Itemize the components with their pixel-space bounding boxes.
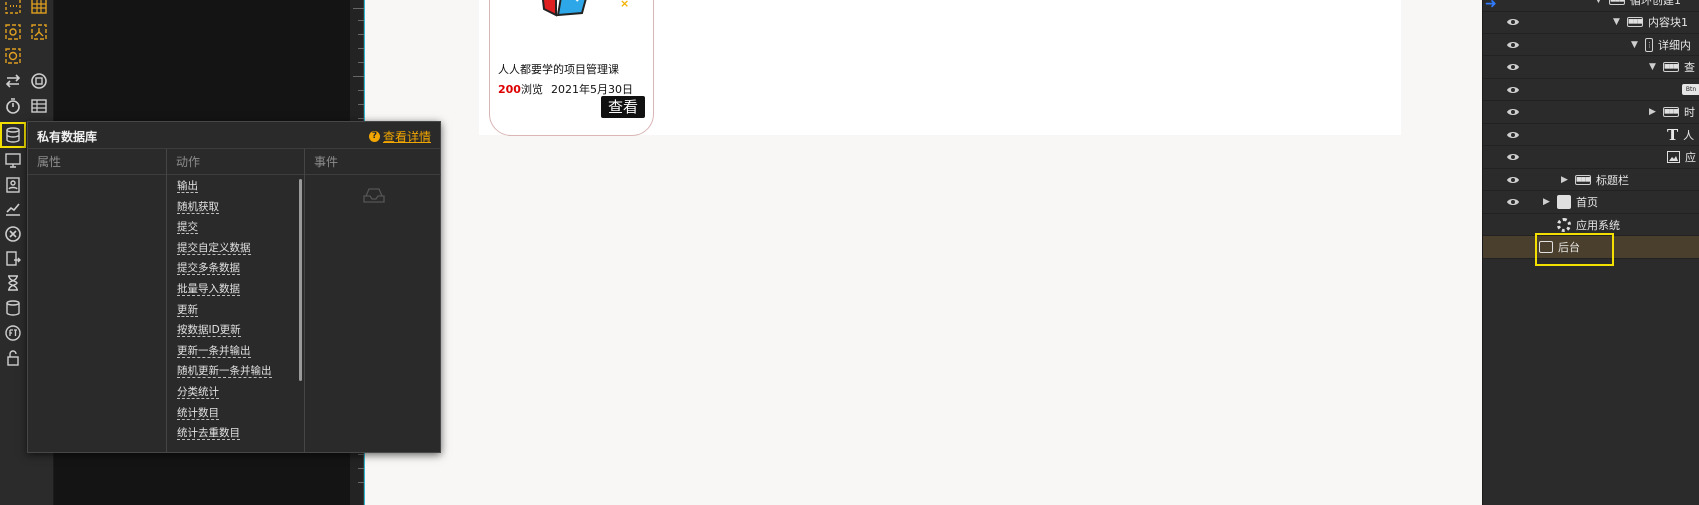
layer-row[interactable]: ▼ ⋮ 详细内 bbox=[1483, 34, 1699, 56]
caret-down-icon[interactable]: ▼ bbox=[1595, 0, 1604, 5]
box-icon: ■■■ bbox=[1663, 107, 1679, 117]
private-database-popup: 私有数据库 ? 查看详情 属性 动作 输出 随机获取 提交 提交自定义数据 提交… bbox=[27, 121, 441, 453]
action-item[interactable]: 输出 bbox=[177, 175, 304, 196]
eye-icon[interactable] bbox=[1507, 152, 1519, 162]
action-item[interactable]: 按数据ID更新 bbox=[177, 319, 304, 340]
course-title: 人人都要学的项目管理课 bbox=[498, 63, 619, 76]
text-layer-icon: T bbox=[1667, 125, 1679, 144]
network-icon[interactable] bbox=[30, 23, 48, 41]
swap-icon[interactable] bbox=[4, 72, 22, 90]
action-item[interactable]: 统计数目 bbox=[177, 402, 304, 423]
layer-row[interactable]: ▼■■■循环创建1 bbox=[1483, 0, 1699, 12]
list-dots-icon[interactable] bbox=[4, 0, 22, 15]
timer-icon[interactable] bbox=[4, 97, 22, 115]
layer-row[interactable]: ▼ ■■■ 查 bbox=[1483, 56, 1699, 79]
app-window: × 人人都要学的项目管理课 200浏览 2021年5月30日 查看 私有数据库 ?… bbox=[0, 0, 1699, 505]
transfer-icon[interactable] bbox=[4, 250, 22, 268]
layer-row[interactable]: T人 bbox=[1483, 124, 1699, 146]
eye-icon[interactable] bbox=[1507, 85, 1519, 95]
hourglass-icon[interactable] bbox=[4, 274, 22, 292]
actions-header[interactable]: 动作 bbox=[167, 149, 304, 175]
help-icon: ? bbox=[368, 131, 380, 142]
box-icon: ■■■ bbox=[1575, 174, 1591, 185]
box-icon: ■■■ bbox=[1609, 0, 1625, 5]
image-layer-icon bbox=[1667, 151, 1680, 163]
popup-header: 私有数据库 ? 查看详情 bbox=[28, 122, 440, 148]
caret-right-icon[interactable]: ▶ bbox=[1649, 107, 1658, 117]
properties-column: 属性 bbox=[28, 149, 166, 453]
eye-icon[interactable] bbox=[1507, 175, 1519, 185]
grid-icon[interactable] bbox=[30, 0, 48, 15]
empty-state-icon bbox=[362, 186, 386, 204]
action-item[interactable]: 提交自定义数据 bbox=[177, 237, 304, 258]
action-item[interactable]: 更新一条并输出 bbox=[177, 340, 304, 361]
actions-column: 动作 输出 随机获取 提交 提交自定义数据 提交多条数据 批量导入数据 更新 按… bbox=[166, 149, 304, 453]
course-image bbox=[534, 0, 614, 25]
layer-row[interactable]: ▶ ■■■ 时 bbox=[1483, 101, 1699, 124]
page-icon bbox=[1557, 195, 1571, 209]
box-icon: ■■■ bbox=[1663, 62, 1679, 72]
course-card[interactable]: × 人人都要学的项目管理课 200浏览 2021年5月30日 查看 bbox=[489, 0, 654, 136]
action-item[interactable]: 分类统计 bbox=[177, 381, 304, 402]
action-item[interactable]: 随机更新一条并输出 bbox=[177, 360, 304, 381]
image-frame-icon[interactable] bbox=[4, 23, 22, 41]
action-item[interactable]: 提交 bbox=[177, 216, 304, 237]
db-cylinder-icon[interactable] bbox=[4, 299, 22, 317]
view-button[interactable]: 查看 bbox=[601, 96, 645, 118]
caret-down-icon[interactable]: ▼ bbox=[1649, 62, 1658, 72]
lock-icon[interactable] bbox=[4, 349, 22, 367]
properties-header[interactable]: 属性 bbox=[28, 149, 166, 175]
actions-list: 输出 随机获取 提交 提交自定义数据 提交多条数据 批量导入数据 更新 按数据I… bbox=[167, 175, 304, 454]
close-icon[interactable]: × bbox=[620, 0, 629, 10]
eye-icon[interactable] bbox=[1507, 62, 1519, 72]
course-date: 2021年5月30日 bbox=[550, 83, 633, 96]
action-item[interactable]: 批量导入数据 bbox=[177, 278, 304, 299]
frame-icon[interactable] bbox=[4, 47, 22, 65]
monitor-icon[interactable] bbox=[4, 151, 22, 169]
events-header[interactable]: 事件 bbox=[305, 149, 441, 175]
layer-row[interactable]: ▶ 首页 bbox=[1483, 191, 1699, 214]
gear-icon bbox=[1557, 217, 1571, 232]
layer-row[interactable]: ▼ ■■■ 内容块1 bbox=[1483, 11, 1699, 34]
view-details-label: 查看详情 bbox=[382, 130, 431, 144]
action-item[interactable]: 随机获取 bbox=[177, 196, 304, 217]
views-suffix: 浏览 bbox=[520, 83, 543, 96]
caret-right-icon[interactable]: ▶ bbox=[1561, 175, 1570, 185]
caret-down-icon[interactable]: ▼ bbox=[1613, 17, 1622, 27]
table-icon[interactable] bbox=[30, 97, 48, 115]
action-item[interactable]: 统计去重数目 bbox=[177, 422, 304, 443]
database-icon[interactable] bbox=[4, 126, 22, 144]
layer-panel: ➜ ▼■■■循环创建1 ▼■■■内容块1 ▼⋮详细内 ▼■■■查 Btn ▶■■… bbox=[1482, 0, 1699, 505]
course-meta: 200浏览 2021年5月30日 bbox=[498, 81, 633, 97]
eye-icon[interactable] bbox=[1507, 130, 1519, 140]
box-icon: ■■■ bbox=[1627, 17, 1643, 27]
actions-scrollbar[interactable] bbox=[299, 179, 302, 381]
layer-row[interactable]: Btn bbox=[1483, 79, 1699, 101]
ft-icon[interactable] bbox=[4, 324, 22, 342]
film-icon[interactable] bbox=[30, 72, 48, 90]
popup-columns: 属性 动作 输出 随机获取 提交 提交自定义数据 提交多条数据 批量导入数据 更… bbox=[28, 148, 441, 453]
views-count: 200 bbox=[498, 83, 521, 96]
target-icon[interactable] bbox=[4, 225, 22, 243]
eye-icon[interactable] bbox=[1507, 17, 1519, 27]
eye-icon[interactable] bbox=[1507, 40, 1519, 50]
view-details-link[interactable]: ? 查看详情 bbox=[368, 128, 431, 145]
eye-icon[interactable] bbox=[1507, 107, 1519, 117]
layer-row[interactable]: 应 bbox=[1483, 146, 1699, 169]
button-layer-icon: Btn bbox=[1682, 84, 1699, 95]
design-canvas[interactable]: × 人人都要学的项目管理课 200浏览 2021年5月30日 查看 bbox=[365, 0, 1482, 505]
caret-down-icon[interactable]: ▼ bbox=[1631, 40, 1640, 50]
eye-icon[interactable] bbox=[1507, 197, 1519, 207]
contact-icon[interactable] bbox=[4, 176, 22, 194]
layer-row[interactable]: ▶ ■■■ 标题栏 bbox=[1483, 169, 1699, 191]
chart-icon[interactable] bbox=[4, 200, 22, 218]
popup-title: 私有数据库 bbox=[37, 130, 98, 144]
caret-right-icon[interactable]: ▶ bbox=[1543, 197, 1552, 207]
action-item[interactable]: 提交多条数据 bbox=[177, 257, 304, 278]
selection-highlight bbox=[1535, 233, 1614, 266]
tall-box-icon: ⋮ bbox=[1645, 37, 1653, 52]
action-item[interactable]: 更新 bbox=[177, 299, 304, 320]
events-column: 事件 bbox=[304, 149, 441, 453]
